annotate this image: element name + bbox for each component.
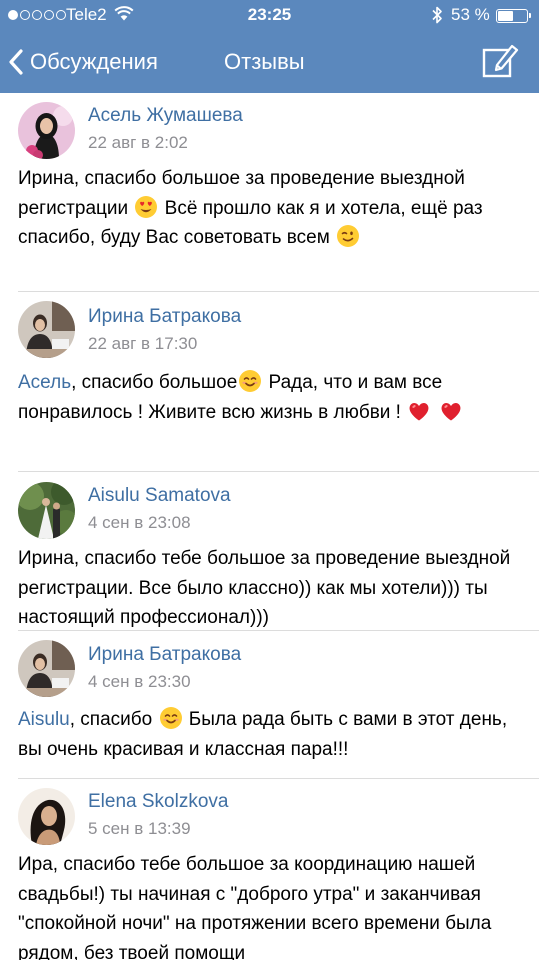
red-heart-emoji-icon: [407, 399, 431, 423]
comment-text: Ирина, спасибо большое за проведение вые…: [18, 164, 523, 253]
comment-date: 5 сен в 13:39: [88, 819, 191, 838]
comment-text: Ирина, спасибо тебе большое за проведени…: [18, 544, 523, 633]
comment-text: Асель, спасибо большое Рада, что и вам в…: [18, 368, 523, 427]
smile-emoji-icon: [238, 369, 262, 393]
avatar[interactable]: [18, 102, 75, 159]
comment-item: Elena Skolzkova 5 сен в 13:39 Ира, спаси…: [0, 778, 539, 960]
comments-list: Асель Жумашева 22 авг в 2:02 Ирина, спас…: [0, 93, 539, 960]
comment-author[interactable]: Ирина Батракова: [88, 644, 241, 666]
comment-text-part: Ирина, спасибо тебе большое за проведени…: [18, 548, 511, 628]
comment-item: Ирина Батракова 4 сен в 23:30 Aisulu, сп…: [0, 630, 539, 778]
comment-author[interactable]: Асель Жумашева: [88, 105, 243, 127]
comment-date: 22 авг в 17:30: [88, 334, 198, 353]
comment-item: Aisulu Samatova 4 сен в 23:08 Ирина, спа…: [0, 471, 539, 630]
battery-percent: 53 %: [451, 5, 490, 24]
comment-text-part: [432, 402, 437, 423]
comment-item: Асель Жумашева 22 авг в 2:02 Ирина, спас…: [0, 93, 539, 291]
mention-link[interactable]: Асель: [18, 372, 71, 393]
comment-text: Ира, спасибо тебе большое за координацию…: [18, 850, 523, 960]
comment-date: 4 сен в 23:30: [88, 672, 191, 691]
comment-item: Ирина Батракова 22 авг в 17:30 Асель, сп…: [0, 291, 539, 471]
navigation-bar: Обсуждения Отзывы: [0, 32, 539, 93]
comment-date: 4 сен в 23:08: [88, 513, 191, 532]
avatar[interactable]: [18, 640, 75, 697]
heart-eyes-emoji-icon: [134, 195, 158, 219]
comment-text: Aisulu, спасибо Была рада быть с вами в …: [18, 705, 523, 764]
top-bar: Tele2 23:25 53 % Обсуждения Отзывы: [0, 0, 539, 93]
bluetooth-icon: [432, 6, 442, 24]
avatar[interactable]: [18, 788, 75, 845]
back-button[interactable]: Обсуждения: [8, 42, 158, 82]
status-bar: Tele2 23:25 53 %: [0, 0, 539, 32]
mention-link[interactable]: Aisulu: [18, 709, 70, 730]
red-heart-emoji-icon: [439, 399, 463, 423]
comment-text-part: Ира, спасибо тебе большое за координацию…: [18, 854, 492, 960]
smile-emoji-icon: [159, 706, 183, 730]
battery-icon: [496, 9, 531, 23]
comment-author[interactable]: Aisulu Samatova: [88, 485, 231, 507]
avatar[interactable]: [18, 482, 75, 539]
comment-text-part: , спасибо большое: [71, 372, 238, 393]
comment-date: 22 авг в 2:02: [88, 133, 188, 152]
comment-author[interactable]: Elena Skolzkova: [88, 791, 228, 813]
avatar[interactable]: [18, 301, 75, 358]
chevron-left-icon: [9, 49, 23, 75]
comment-text-part: , спасибо: [69, 709, 158, 730]
battery-fill: [498, 11, 513, 21]
compose-icon[interactable]: [480, 41, 520, 81]
wink-emoji-icon: [336, 224, 360, 248]
page-title: Отзывы: [224, 49, 305, 74]
back-label: Обсуждения: [30, 49, 158, 74]
comment-author[interactable]: Ирина Батракова: [88, 306, 241, 328]
